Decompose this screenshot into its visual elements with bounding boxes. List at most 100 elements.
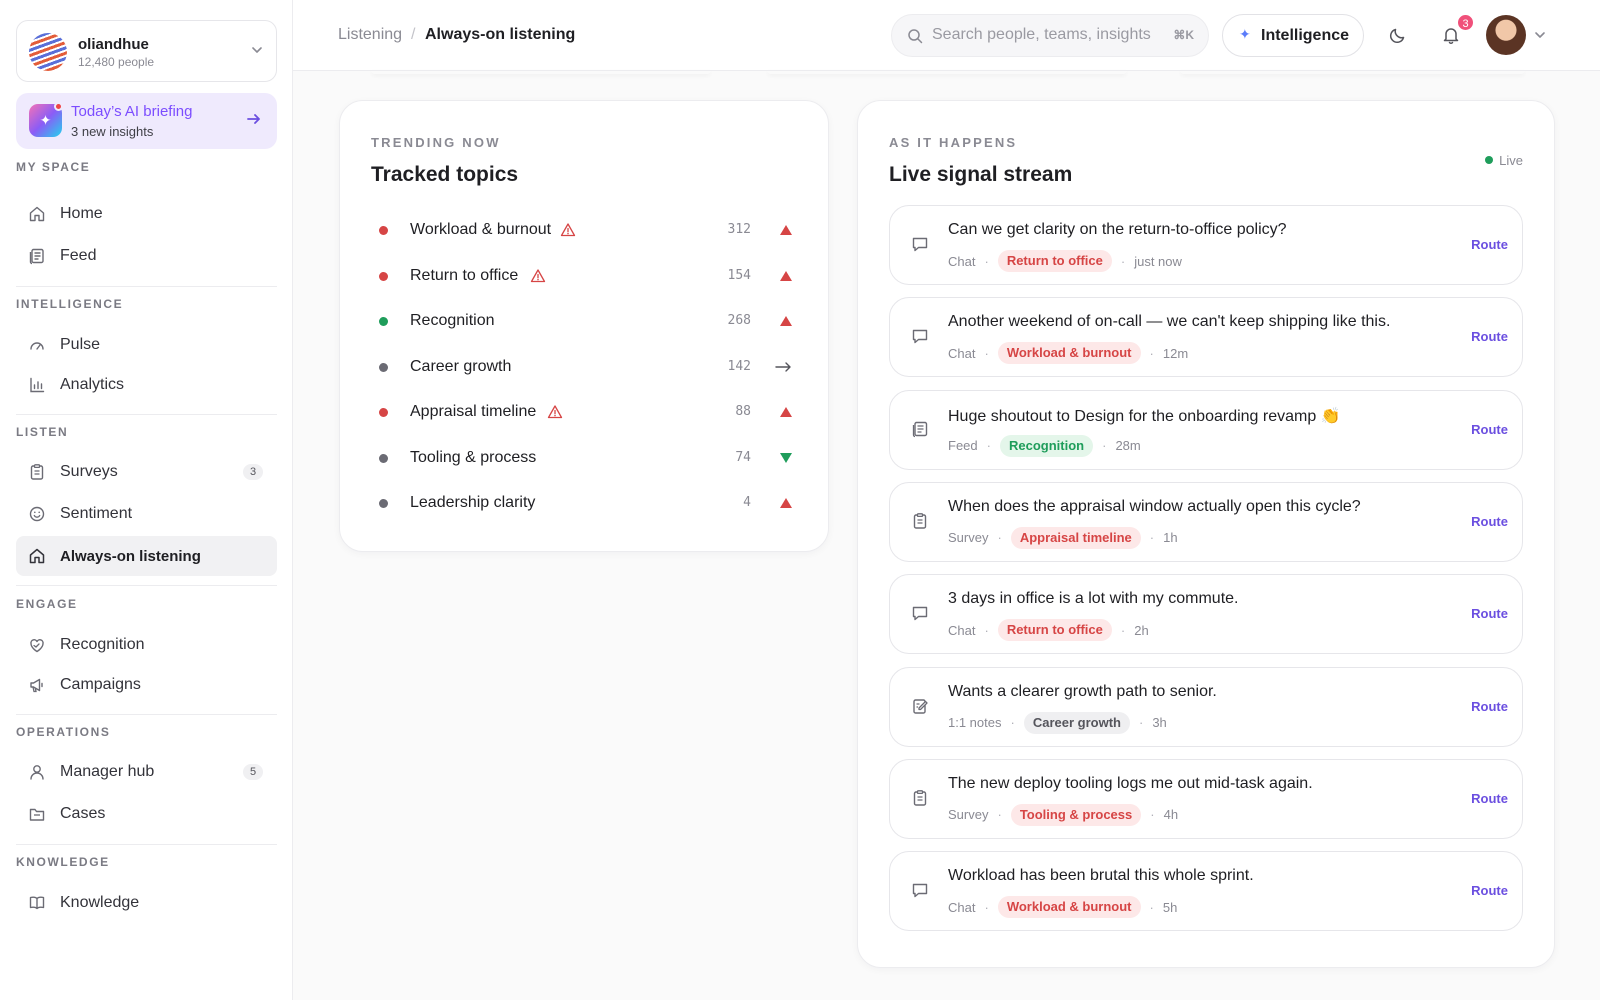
topic-tag[interactable]: Return to office: [997, 250, 1112, 272]
sidebar-item-analytics[interactable]: Analytics: [16, 365, 277, 405]
signal-item[interactable]: When does the appraisal window actually …: [889, 481, 1523, 562]
signal-meta: Chat · Workload & burnout · 5h: [948, 896, 1178, 919]
sidebar-item-campaigns[interactable]: Campaigns: [16, 665, 277, 705]
page-title: Always-on listening: [425, 26, 576, 43]
meta-separator: ·: [1120, 253, 1126, 269]
topic-tag[interactable]: Tooling & process: [1010, 803, 1142, 826]
topic-row[interactable]: Recognition 268: [371, 306, 801, 336]
meta-separator: ·: [1138, 715, 1144, 730]
section-listen: LISTEN: [16, 425, 69, 439]
signal-text: Wants a clearer growth path to senior.: [948, 682, 1217, 700]
sidebar-item-feed[interactable]: Feed: [16, 236, 277, 276]
section-intelligence: INTELLIGENCE: [16, 297, 124, 311]
topic-row[interactable]: Career growth 142: [371, 352, 801, 382]
route-button[interactable]: Route: [1471, 237, 1508, 252]
arrow-right-icon: [247, 114, 260, 124]
topic-tag[interactable]: Recognition: [999, 434, 1094, 457]
signal-source: Chat: [948, 622, 976, 638]
signal-item[interactable]: 3 days in office is a lot with my commut…: [889, 574, 1523, 655]
sidebar-item-always-on-listening[interactable]: Always-on listening: [16, 536, 277, 576]
card-edge: [1180, 70, 1525, 74]
sidebar-item-knowledge[interactable]: Knowledge: [16, 883, 277, 923]
section-engage: ENGAGE: [16, 597, 78, 611]
sidebar-item-cases[interactable]: Cases: [16, 794, 277, 834]
meta-separator: ·: [1150, 807, 1155, 823]
signal-meta: 1:1 notes · Career growth · 3h: [948, 711, 1167, 734]
topic-row[interactable]: Return to office 154: [371, 261, 801, 291]
topic-count: 4: [743, 495, 751, 510]
sidebar-item-recognition[interactable]: Recognition: [16, 625, 277, 665]
signal-item[interactable]: Wants a clearer growth path to senior. 1:…: [889, 666, 1523, 747]
topic-count: 142: [727, 358, 751, 374]
sidebar-item-label: Recognition: [60, 636, 145, 653]
manager-hub-count-badge: 5: [243, 764, 263, 780]
notes-icon: [910, 696, 930, 716]
org-switcher[interactable]: oliandhue 12,480 people: [16, 20, 277, 82]
sidebar-item-pulse[interactable]: Pulse: [16, 325, 277, 365]
route-button[interactable]: Route: [1471, 422, 1508, 437]
search-bar[interactable]: ⌘K: [891, 14, 1209, 57]
signal-time: 5h: [1162, 899, 1178, 915]
route-button[interactable]: Route: [1471, 514, 1508, 529]
search-icon: [908, 29, 923, 44]
meta-separator: ·: [1149, 530, 1155, 546]
signal-source: Feed: [948, 438, 978, 454]
signal-item[interactable]: The new deploy tooling logs me out mid-t…: [889, 758, 1523, 839]
topic-tag[interactable]: Workload & burnout: [997, 342, 1141, 365]
card-edge: [767, 70, 1127, 74]
topic-name: Return to office: [410, 266, 519, 284]
topic-name: Appraisal timeline: [410, 403, 537, 420]
sidebar-item-home[interactable]: Home: [16, 194, 277, 234]
sidebar-item-label: Sentiment: [60, 505, 133, 522]
breadcrumb-listening[interactable]: Listening: [338, 26, 402, 44]
sidebar-item-manager-hub[interactable]: Manager hub 5: [16, 752, 277, 792]
topic-tag[interactable]: Appraisal timeline: [1010, 526, 1141, 549]
signal-source: Survey: [948, 807, 989, 823]
chevron-down-icon[interactable]: [1533, 28, 1547, 42]
topic-tag[interactable]: Career growth: [1023, 711, 1130, 734]
chat-icon: [910, 880, 930, 900]
route-button[interactable]: Route: [1471, 329, 1508, 344]
signal-item[interactable]: Huge shoutout to Design for the onboardi…: [889, 389, 1523, 470]
meta-separator: ·: [984, 253, 989, 269]
bar-chart-icon: [30, 377, 45, 393]
sidebar-item-surveys[interactable]: Surveys 3: [16, 452, 277, 492]
org-people-count: 12,480 people: [78, 55, 155, 69]
chat-icon: [910, 603, 930, 623]
avatar[interactable]: [1486, 15, 1526, 55]
folder-icon: [29, 808, 45, 821]
trend-up-icon: [779, 496, 793, 515]
signal-source: Survey: [948, 530, 989, 546]
search-input[interactable]: [932, 26, 1172, 44]
intelligence-button[interactable]: ✦ Intelligence: [1222, 14, 1364, 57]
warning-icon: [530, 268, 546, 289]
topic-row[interactable]: Appraisal timeline 88: [371, 397, 801, 427]
topic-row[interactable]: Tooling & process 74: [371, 443, 801, 473]
topic-row[interactable]: Leadership clarity 4: [371, 488, 801, 518]
live-indicator: Live: [1485, 153, 1523, 168]
topic-row[interactable]: Workload & burnout 312: [371, 215, 801, 245]
signal-source: Chat: [948, 253, 976, 269]
signal-item[interactable]: Another weekend of on-call — we can't ke…: [889, 297, 1523, 378]
signal-text: Huge shoutout to Design for the onboardi…: [948, 407, 1341, 425]
topic-tag[interactable]: Return to office: [997, 619, 1112, 642]
moon-icon[interactable]: [1388, 25, 1408, 45]
signal-item[interactable]: Workload has been brutal this whole spri…: [889, 851, 1523, 932]
chat-icon: [910, 326, 930, 346]
signal-source: Chat: [948, 899, 976, 915]
live-label: Live: [1499, 153, 1523, 168]
ai-briefing-card[interactable]: ✦ Today’s AI briefing 3 new insights: [16, 93, 277, 149]
sidebar-item-label: Home: [60, 205, 103, 222]
route-button[interactable]: Route: [1471, 791, 1508, 806]
sidebar-item-sentiment[interactable]: Sentiment: [16, 494, 277, 534]
home-icon: [29, 206, 45, 222]
route-button[interactable]: Route: [1471, 606, 1508, 621]
sidebar: oliandhue 12,480 people ✦ Today’s AI bri…: [0, 0, 293, 1000]
sidebar-item-label: Cases: [60, 805, 106, 822]
status-dot: [379, 408, 388, 417]
route-button[interactable]: Route: [1471, 699, 1508, 714]
signal-item[interactable]: Can we get clarity on the return-to-offi…: [889, 205, 1523, 285]
topbar: Listening / Always-on listening ⌘K ✦ Int…: [293, 0, 1600, 71]
route-button[interactable]: Route: [1471, 883, 1508, 898]
topic-tag[interactable]: Workload & burnout: [997, 896, 1141, 919]
